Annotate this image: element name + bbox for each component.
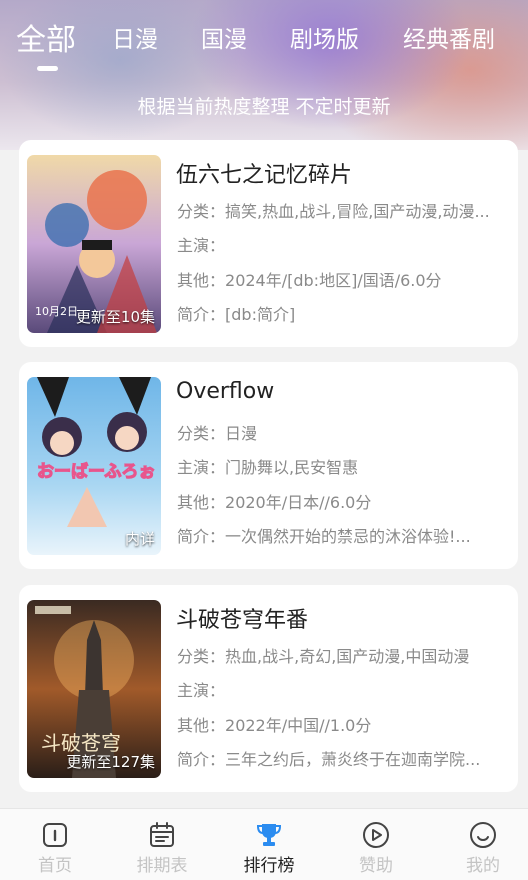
bottom-nav: 首页 排期表 排行榜 赞助 我的 — [0, 808, 528, 880]
poster-logo-text: おーばーふろぉ — [37, 462, 155, 482]
other-value: 2022年/中国//1.0分 — [225, 716, 372, 735]
anime-card[interactable]: 10月2日 更新至10集 伍六七之记忆碎片 分类：搞笑,热血,战斗,冒险,国产动… — [19, 140, 518, 347]
play-circle-icon — [363, 822, 389, 848]
page-subtitle: 根据当前热度整理 不定时更新 — [137, 96, 391, 118]
episode-badge: 更新至127集 — [66, 753, 155, 771]
nav-label: 排期表 — [136, 856, 188, 876]
intro-label: 简介： — [177, 527, 226, 546]
other-value: 2024年/[db:地区]/国语/6.0分 — [225, 271, 442, 290]
intro-row: 简介：一次偶然开始的禁忌的沐浴体验!... — [177, 523, 507, 547]
other-label: 其他： — [177, 493, 226, 512]
active-tab-indicator — [37, 66, 58, 71]
cast-label: 主演： — [177, 681, 226, 700]
nav-label: 赞助 — [359, 856, 393, 876]
poster-image[interactable]: 斗破苍穹 更新至127集 — [27, 600, 161, 778]
other-value: 2020年/日本//6.0分 — [225, 493, 372, 512]
intro-label: 简介： — [177, 305, 226, 324]
poster-image[interactable]: 10月2日 更新至10集 — [27, 155, 161, 333]
tab-japanese-anime[interactable]: 日漫 — [112, 20, 158, 54]
nav-ranking[interactable]: 排行榜 — [229, 809, 309, 880]
nav-schedule[interactable]: 排期表 — [122, 809, 202, 880]
cast-row: 主演：门胁舞以,民安智惠 — [177, 454, 507, 478]
other-row: 其他：2024年/[db:地区]/国语/6.0分 — [177, 267, 507, 291]
category-tabs: 全部 日漫 国漫 剧场版 经典番剧 — [0, 20, 528, 70]
anime-card[interactable]: 斗破苍穹 更新至127集 斗破苍穹年番 分类：热血,战斗,奇幻,国产动漫,中国动… — [19, 585, 518, 792]
anime-title[interactable]: 斗破苍穹年番 — [176, 602, 308, 634]
category-row: 分类：日漫 — [177, 420, 507, 444]
cast-row: 主演： — [177, 232, 507, 256]
smile-face-icon — [470, 822, 496, 848]
cast-value: 门胁舞以,民安智惠 — [225, 458, 359, 477]
other-row: 其他：2020年/日本//6.0分 — [177, 489, 507, 513]
other-label: 其他： — [177, 716, 226, 735]
nav-label: 排行榜 — [243, 856, 295, 876]
cast-row: 主演： — [177, 677, 507, 701]
tab-movies[interactable]: 剧场版 — [290, 20, 359, 54]
nav-label: 我的 — [466, 856, 500, 876]
intro-value: 三年之约后，萧炎终于在迦南学院... — [225, 750, 481, 769]
home-icon — [43, 823, 67, 847]
poster-image[interactable]: おーばーふろぉ 内详 — [27, 377, 161, 555]
cast-label: 主演： — [177, 236, 226, 255]
category-label: 分类： — [177, 424, 226, 443]
other-label: 其他： — [177, 271, 226, 290]
category-value: 日漫 — [225, 424, 258, 443]
nav-sponsor[interactable]: 赞助 — [336, 809, 416, 880]
episode-badge: 内详 — [124, 530, 155, 548]
cast-label: 主演： — [177, 458, 226, 477]
intro-row: 简介：[db:简介] — [177, 301, 507, 325]
tab-classic[interactable]: 经典番剧 — [403, 20, 495, 54]
nav-label: 首页 — [38, 856, 72, 876]
category-row: 分类：搞笑,热血,战斗,冒险,国产动漫,动漫... — [177, 198, 507, 222]
poster-date-text: 10月2日 — [35, 305, 78, 318]
other-row: 其他：2022年/中国//1.0分 — [177, 712, 507, 736]
intro-value: 一次偶然开始的禁忌的沐浴体验!... — [225, 527, 471, 546]
category-label: 分类： — [177, 647, 226, 666]
category-value: 热血,战斗,奇幻,国产动漫,中国动漫 — [225, 647, 470, 666]
intro-label: 简介： — [177, 750, 226, 769]
tab-chinese-anime[interactable]: 国漫 — [201, 20, 247, 54]
intro-value: [db:简介] — [225, 305, 296, 324]
intro-row: 简介：三年之约后，萧炎终于在迦南学院... — [177, 746, 507, 770]
trophy-icon — [256, 824, 282, 846]
calendar-icon — [150, 822, 174, 847]
category-value: 搞笑,热血,战斗,冒险,国产动漫,动漫... — [225, 202, 490, 221]
nav-home[interactable]: 首页 — [15, 809, 95, 880]
episode-badge: 更新至10集 — [75, 308, 155, 326]
category-label: 分类： — [177, 202, 226, 221]
category-row: 分类：热血,战斗,奇幻,国产动漫,中国动漫 — [177, 643, 507, 667]
anime-card[interactable]: おーばーふろぉ 内详 Overflow 分类：日漫 主演：门胁舞以,民安智惠 其… — [19, 362, 518, 569]
nav-profile[interactable]: 我的 — [443, 809, 523, 880]
anime-title[interactable]: Overflow — [176, 379, 274, 404]
tab-all[interactable]: 全部 — [16, 15, 76, 59]
anime-title[interactable]: 伍六七之记忆碎片 — [176, 157, 352, 189]
